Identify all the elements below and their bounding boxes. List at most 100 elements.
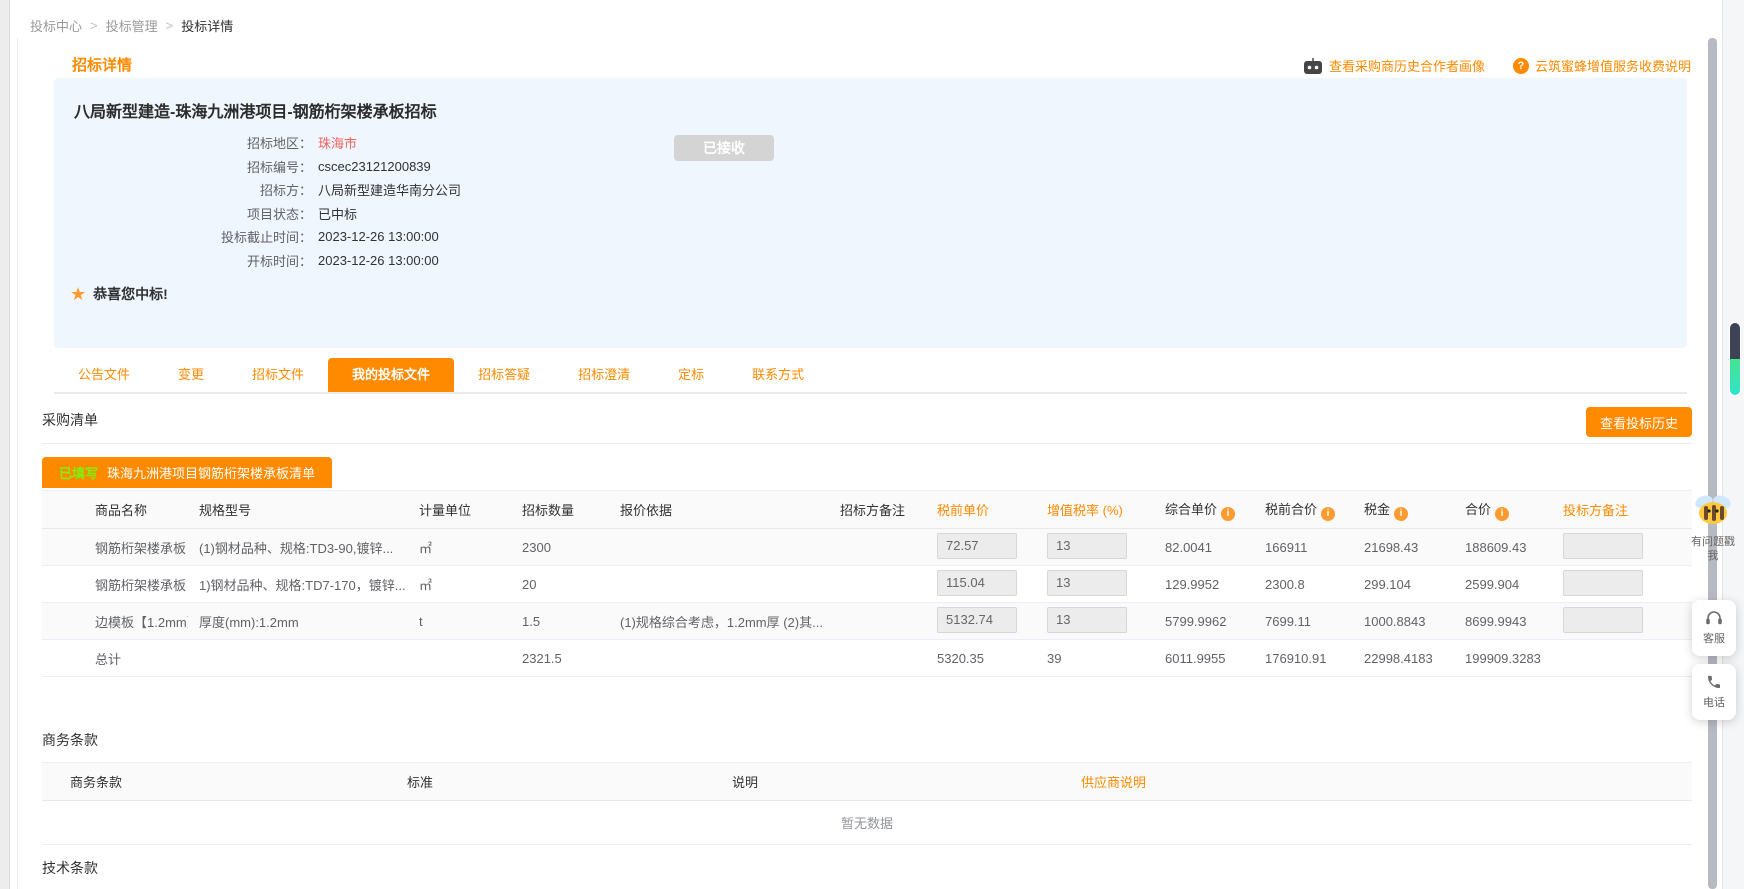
cell-buyer-note [829, 603, 926, 640]
column-header-unit: 计量单位 [408, 491, 511, 529]
tab-award[interactable]: 定标 [654, 358, 728, 392]
breadcrumb: 投标中心 > 投标管理 > 投标详情 [30, 16, 233, 35]
tab-my-bid-files[interactable]: 我的投标文件 [328, 358, 454, 392]
scrollbar-thumb[interactable] [1729, 322, 1741, 396]
breadcrumb-separator: > [90, 18, 98, 33]
bee-fee-link[interactable]: 云筑蜜蜂增值服务收费说明 [1513, 56, 1691, 75]
cell-comprehensive-price: 5799.9962 [1154, 603, 1254, 640]
breadcrumb-bid-management[interactable]: 投标管理 [106, 16, 158, 35]
cell-empty [408, 640, 511, 677]
cell-quote-basis: (1)规格综合考虑，1.2mm厚 (2)其... [609, 603, 829, 640]
breadcrumb-bid-center[interactable]: 投标中心 [30, 16, 82, 35]
info-icon[interactable] [1321, 507, 1335, 521]
purchase-table-header-row: 商品名称 规格型号 计量单位 招标数量 报价依据 招标方备注 税前单价 增值税率… [42, 491, 1692, 529]
cell-tax: 1000.8843 [1353, 603, 1454, 640]
cell-bidder-note [1552, 566, 1692, 603]
content-tabs: 公告文件 变更 招标文件 我的投标文件 招标答疑 招标澄清 定标 联系方式 [54, 358, 1687, 394]
cell-total-sum: 199909.3283 [1454, 640, 1552, 677]
cell-empty [188, 640, 408, 677]
customer-service-button[interactable]: 客服 [1692, 600, 1736, 656]
tab-contact[interactable]: 联系方式 [728, 358, 828, 392]
vat-rate-input: 13 [1047, 570, 1127, 596]
pretax-price-input: 5132.74 [937, 607, 1017, 633]
vat-rate-input: 13 [1047, 607, 1127, 633]
field-label: 招标方： [54, 180, 312, 199]
cell-product-name: 钢筋桁架楼承板 [42, 529, 188, 566]
column-header-description: 说明 [721, 763, 1070, 801]
field-tenderer: 招标方： 八局新型建造华南分公司 [54, 178, 461, 202]
column-header-qty: 招标数量 [511, 491, 609, 529]
bidder-note-input [1563, 570, 1643, 596]
tab-tender-qa[interactable]: 招标答疑 [454, 358, 554, 392]
cell-total-vat: 39 [1036, 640, 1154, 677]
cell-total-comprehensive: 6011.9955 [1154, 640, 1254, 677]
cell-vat-rate: 13 [1036, 603, 1154, 640]
tab-announcement-files[interactable]: 公告文件 [54, 358, 154, 392]
cell-unit: ㎡ [408, 529, 511, 566]
field-deadline: 投标截止时间： 2023-12-26 13:00:00 [54, 225, 461, 249]
project-info-panel: 八局新型建造-珠海九洲港项目-钢筋桁架楼承板招标 招标地区： 珠海市 招标编号：… [54, 78, 1687, 348]
view-bid-history-button[interactable]: 查看投标历史 [1586, 407, 1692, 437]
inner-scrollbar-thumb[interactable] [1708, 38, 1717, 889]
cell-pretax-price: 5132.74 [926, 603, 1036, 640]
cell-bidder-note [1552, 529, 1692, 566]
tab-tender-files[interactable]: 招标文件 [228, 358, 328, 392]
tab-changes[interactable]: 变更 [154, 358, 228, 392]
column-header-quote-basis: 报价依据 [609, 491, 829, 529]
cell-pretax-price: 115.04 [926, 566, 1036, 603]
column-header-spec: 规格型号 [188, 491, 408, 529]
breadcrumb-separator: > [166, 18, 174, 33]
purchaser-portrait-label: 查看采购商历史合作者画像 [1329, 56, 1485, 75]
filled-status-label: 已填写 [59, 463, 98, 482]
project-title: 八局新型建造-珠海九洲港项目-钢筋桁架楼承板招标 [74, 98, 437, 122]
cell-pretax-total: 7699.11 [1254, 603, 1353, 640]
cell-quote-basis [609, 529, 829, 566]
scrollbar-track[interactable] [1722, 0, 1744, 889]
field-value-region[interactable]: 珠海市 [318, 133, 357, 152]
cell-buyer-note [829, 566, 926, 603]
cell-vat-rate: 13 [1036, 529, 1154, 566]
phone-icon [1706, 674, 1722, 690]
empty-data-row: 暂无数据 [42, 801, 1692, 845]
tab-tender-clarification[interactable]: 招标澄清 [554, 358, 654, 392]
field-label: 招标编号： [54, 157, 312, 176]
cell-unit: ㎡ [408, 566, 511, 603]
list-tab-badge[interactable]: 已填写 珠海九洲港项目钢筋桁架楼承板清单 [42, 457, 332, 488]
cell-qty: 20 [511, 566, 609, 603]
column-header-comprehensive-price: 综合单价 [1154, 491, 1254, 529]
cell-total-pretax-total: 176910.91 [1254, 640, 1353, 677]
info-icon[interactable] [1394, 507, 1408, 521]
info-icon[interactable] [1495, 507, 1509, 521]
cell-spec: 1)钢材品种、规格:TD7-170，镀锌... [188, 566, 408, 603]
purchaser-portrait-link[interactable]: 查看采购商历史合作者画像 [1303, 56, 1485, 75]
field-region: 招标地区： 珠海市 [54, 131, 461, 155]
cell-tax: 299.104 [1353, 566, 1454, 603]
field-label: 项目状态： [54, 204, 312, 223]
field-status: 项目状态： 已中标 [54, 202, 461, 226]
table-row: 边模板【1.2mm】 厚度(mm):1.2mm t 1.5 (1)规格综合考虑，… [42, 603, 1692, 640]
bee-mascot-widget[interactable]: 有问题戳我 [1686, 492, 1740, 563]
win-message-row: ★ 恭喜您中标! [70, 284, 168, 304]
info-icon[interactable] [1221, 507, 1235, 521]
field-value-tenderer: 八局新型建造华南分公司 [318, 180, 461, 199]
column-header-supplier-note: 供应商说明 [1070, 763, 1692, 801]
cell-tax: 21698.43 [1353, 529, 1454, 566]
field-label: 投标截止时间： [54, 227, 312, 246]
received-status-badge: 已接收 [674, 135, 774, 161]
cell-total: 2599.904 [1454, 566, 1552, 603]
list-name-label: 珠海九洲港项目钢筋桁架楼承板清单 [107, 463, 315, 482]
question-icon [1513, 58, 1529, 74]
field-value-open-time: 2023-12-26 13:00:00 [318, 253, 439, 268]
page-left-gutter [0, 0, 10, 889]
cell-qty: 2300 [511, 529, 609, 566]
cell-empty [1552, 640, 1692, 677]
pretax-price-input: 72.57 [937, 533, 1017, 559]
purchase-table: 商品名称 规格型号 计量单位 招标数量 报价依据 招标方备注 税前单价 增值税率… [42, 490, 1692, 677]
field-open-time: 开标时间： 2023-12-26 13:00:00 [54, 249, 461, 273]
table-row: 钢筋桁架楼承板 (1)钢材品种、规格:TD3-90,镀锌... ㎡ 2300 7… [42, 529, 1692, 566]
column-header-product-name: 商品名称 [42, 491, 188, 529]
headset-icon [1705, 610, 1723, 626]
cell-qty: 1.5 [511, 603, 609, 640]
phone-button[interactable]: 电话 [1692, 664, 1736, 720]
column-header-vat-rate: 增值税率 (%) [1036, 491, 1154, 529]
